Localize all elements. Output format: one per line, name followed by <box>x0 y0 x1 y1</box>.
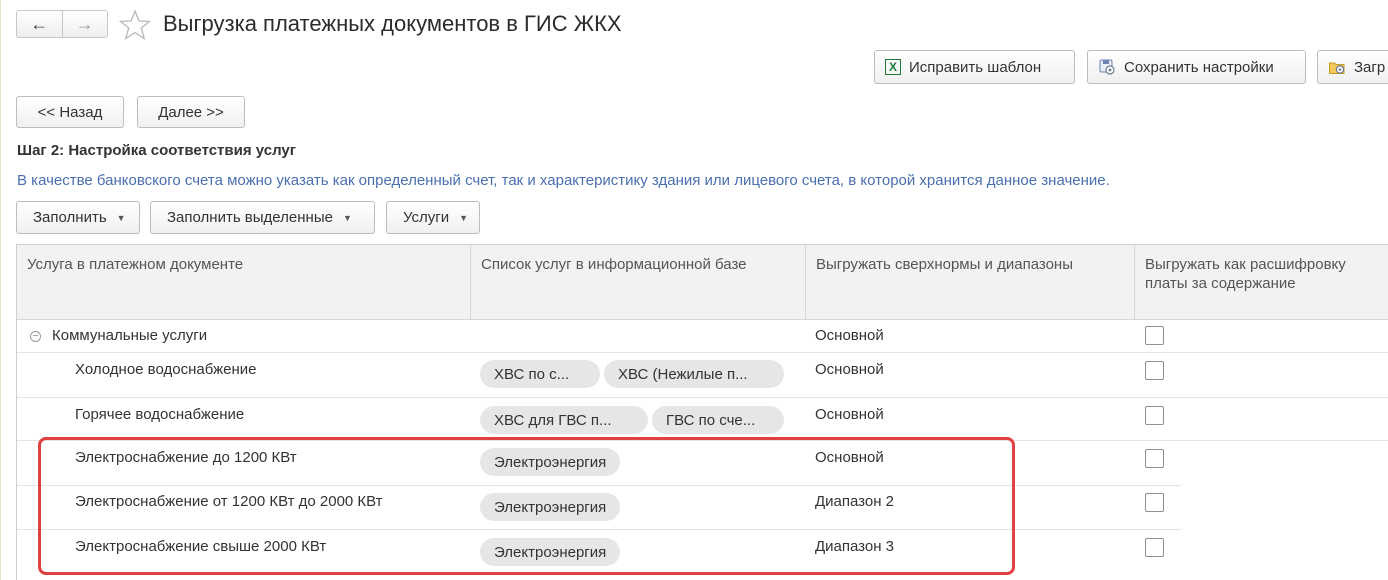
service-name: Холодное водоснабжение <box>75 361 257 378</box>
window-frame-edge <box>0 0 1 580</box>
load-settings-label: Загр <box>1354 58 1386 76</box>
service-name: Горячее водоснабжение <box>75 406 245 423</box>
excel-icon: X <box>885 59 901 75</box>
ib-service-chip[interactable]: Электроэнергия <box>480 448 621 476</box>
arrow-right-icon: → <box>75 13 94 34</box>
ib-service-chip[interactable]: ГВС по сче... <box>652 406 784 434</box>
settings-save-icon <box>1099 59 1115 75</box>
save-settings-label: Сохранить настройки <box>1124 58 1274 76</box>
ib-service-chip[interactable]: ХВС (Нежилые п... <box>604 360 784 388</box>
history-nav: ← → <box>16 10 108 38</box>
fix-template-label: Исправить шаблон <box>909 58 1042 76</box>
step-title: Шаг 2: Настройка соответствия услуг <box>17 142 297 159</box>
table-row[interactable]: Электроснабжение от 1200 КВт до 2000 КВт… <box>17 486 1181 530</box>
favorite-star-icon[interactable] <box>118 8 152 42</box>
mode-value[interactable]: Основной <box>815 361 884 378</box>
column-header-service[interactable]: Услуга в платежном документе <box>17 245 470 319</box>
breakdown-checkbox[interactable] <box>1145 361 1164 380</box>
breakdown-checkbox[interactable] <box>1145 449 1164 468</box>
settings-load-icon <box>1329 62 1345 74</box>
column-header-ib-services[interactable]: Список услуг в информационной базе <box>470 245 805 319</box>
chevron-down-icon: ▼ <box>459 212 469 223</box>
table-row-group[interactable]: − Коммунальные услуги Основной <box>17 319 1388 353</box>
service-name: Электроснабжение до 1200 КВт <box>75 449 297 466</box>
table-row[interactable]: Электроснабжение до 1200 КВт Электроэнер… <box>17 441 1181 486</box>
fill-label: Заполнить <box>33 209 107 226</box>
services-label: Услуги <box>403 209 450 226</box>
page-title: Выгрузка платежных документов в ГИС ЖКХ <box>163 11 622 36</box>
fix-template-button[interactable]: X Исправить шаблон <box>874 50 1075 84</box>
service-name: Коммунальные услуги <box>52 327 208 344</box>
column-header-mode[interactable]: Выгружать сверхнормы и диапазоны <box>805 245 1134 319</box>
fill-selected-label: Заполнить выделенные <box>167 209 333 226</box>
mode-value[interactable]: Основной <box>815 406 884 423</box>
save-settings-button[interactable]: Сохранить настройки <box>1087 50 1306 84</box>
mode-value[interactable]: Диапазон 3 <box>815 538 894 555</box>
mode-value[interactable]: Основной <box>815 327 884 344</box>
chevron-down-icon: ▼ <box>116 212 126 223</box>
step-hint: В качестве банковского счета можно указа… <box>17 172 1110 189</box>
ib-service-chip[interactable]: Электроэнергия <box>480 538 621 566</box>
back-arrow-button[interactable]: ← <box>17 11 62 37</box>
services-dropdown-button[interactable]: Услуги ▼ <box>386 201 480 234</box>
table-row[interactable]: Горячее водоснабжение ХВС для ГВС п... Г… <box>17 398 1388 441</box>
breakdown-checkbox[interactable] <box>1145 326 1164 345</box>
forward-arrow-button[interactable]: → <box>61 11 108 37</box>
ib-service-chip[interactable]: ХВС для ГВС п... <box>480 406 648 434</box>
collapse-icon[interactable]: − <box>30 331 41 342</box>
next-button[interactable]: Далее >> <box>137 96 245 128</box>
back-button[interactable]: << Назад <box>16 96 124 128</box>
service-name: Электроснабжение свыше 2000 КВт <box>75 538 327 555</box>
ib-service-chip[interactable]: ХВС по с... <box>480 360 600 388</box>
arrow-left-icon: ← <box>30 13 49 34</box>
column-header-breakdown[interactable]: Выгружать как расшифровку платы за содер… <box>1134 245 1388 319</box>
mode-value[interactable]: Основной <box>815 449 884 466</box>
breakdown-checkbox[interactable] <box>1145 406 1164 425</box>
ib-service-chip[interactable]: Электроэнергия <box>480 493 621 521</box>
breakdown-checkbox[interactable] <box>1145 538 1164 557</box>
table-row[interactable]: Холодное водоснабжение ХВС по с... ХВС (… <box>17 353 1388 398</box>
service-name: Электроснабжение от 1200 КВт до 2000 КВт <box>75 493 383 510</box>
mode-value[interactable]: Диапазон 2 <box>815 493 894 510</box>
breakdown-checkbox[interactable] <box>1145 493 1164 512</box>
fill-dropdown-button[interactable]: Заполнить ▼ <box>16 201 140 234</box>
services-mapping-table: Услуга в платежном документе Список услу… <box>16 244 1388 580</box>
load-settings-button[interactable]: Загр <box>1317 50 1388 84</box>
chevron-down-icon: ▼ <box>342 212 352 223</box>
table-header: Услуга в платежном документе Список услу… <box>17 245 1388 320</box>
fill-selected-dropdown-button[interactable]: Заполнить выделенные ▼ <box>150 201 375 234</box>
table-row[interactable]: Электроснабжение свыше 2000 КВт Электроэ… <box>17 530 1181 575</box>
